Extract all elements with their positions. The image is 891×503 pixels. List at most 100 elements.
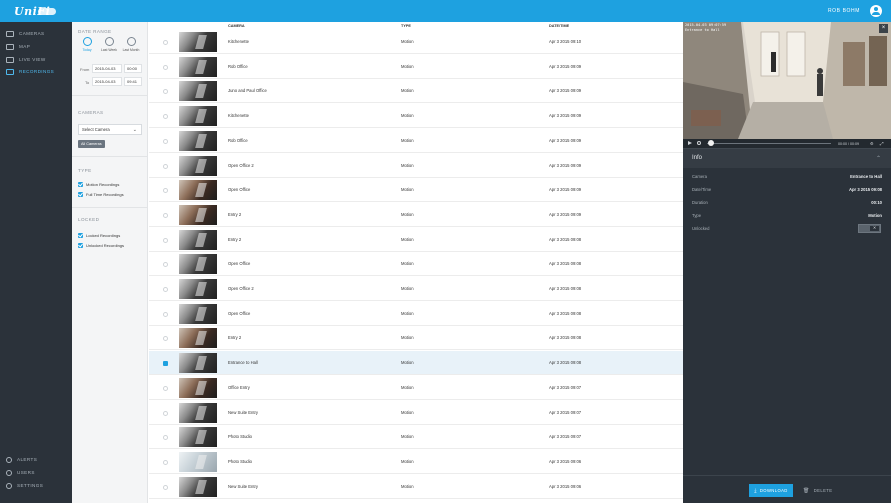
nav-item-users[interactable]: USERS <box>6 467 68 478</box>
table-row[interactable]: New Suite Entry Motion Apr 3 2015 09:06 <box>149 474 683 499</box>
row-checkbox[interactable] <box>163 336 168 342</box>
nav-item-cameras[interactable]: CAMERAS <box>6 28 68 39</box>
detail-footer: ⤓ DOWNLOAD 🗑 DELETE <box>683 475 891 503</box>
nav-item-alerts[interactable]: ALERTS <box>6 454 68 465</box>
column-header-datetime[interactable]: DATE/TIME <box>549 24 569 28</box>
user-avatar-icon[interactable] <box>870 5 882 17</box>
row-checkbox[interactable] <box>163 311 168 317</box>
recording-thumbnail[interactable] <box>179 353 217 374</box>
recording-thumbnail[interactable] <box>179 204 217 225</box>
nav-item-settings[interactable]: SETTINGS <box>6 480 68 491</box>
row-checkbox[interactable] <box>163 385 168 391</box>
hd-icon[interactable]: ⚙ <box>870 141 874 146</box>
row-checkbox[interactable] <box>163 484 168 490</box>
row-checkbox[interactable] <box>163 40 168 45</box>
table-row[interactable]: Juno and Paul Office Motion Apr 3 2015 09:… <box>149 79 683 104</box>
locked-recordings-checkbox[interactable]: Locked Recordings <box>78 231 120 239</box>
table-row[interactable]: Open Office 2 Motion Apr 3 2015 09:08 <box>149 277 683 301</box>
table-row[interactable]: Office Entry Motion Apr 3 2015 09:07 <box>149 375 683 400</box>
column-header-camera[interactable]: CAMERA <box>228 24 245 28</box>
quick-range-today[interactable]: Today <box>78 37 96 52</box>
info-section-header[interactable]: Info ⌃ <box>683 148 891 168</box>
close-icon[interactable]: × <box>879 24 888 33</box>
recording-thumbnail[interactable] <box>179 81 217 102</box>
quick-range-last-week[interactable]: Last Week <box>100 37 118 52</box>
table-row[interactable]: Entry 2 Motion Apr 3 2015 09:08 <box>149 326 683 351</box>
row-checkbox[interactable] <box>163 435 168 441</box>
row-checkbox[interactable] <box>163 237 168 243</box>
lock-toggle[interactable]: ✕ <box>858 224 881 233</box>
recording-thumbnail[interactable] <box>179 130 217 151</box>
volume-icon[interactable] <box>697 141 701 145</box>
recording-thumbnail[interactable] <box>179 427 217 448</box>
row-checkbox[interactable] <box>163 287 168 292</box>
chevron-up-icon[interactable]: ⌃ <box>876 155 881 162</box>
recording-thumbnail[interactable] <box>179 180 217 201</box>
unlocked-recordings-checkbox[interactable]: Unlocked Recordings <box>78 241 124 249</box>
row-camera: Entry 2 <box>228 211 242 217</box>
recording-thumbnail[interactable] <box>179 106 217 127</box>
table-row[interactable]: Entrance to Hall Motion Apr 3 2015 09:08 <box>149 351 683 376</box>
row-checkbox[interactable] <box>163 163 168 169</box>
row-checkbox[interactable] <box>163 262 168 268</box>
recording-thumbnail[interactable] <box>179 328 217 349</box>
recording-thumbnail[interactable] <box>179 476 217 497</box>
recording-thumbnail[interactable] <box>179 254 217 275</box>
recording-thumbnail[interactable] <box>179 377 217 398</box>
table-row[interactable]: Entry 2 Motion Apr 3 2015 09:08 <box>149 227 683 252</box>
quick-range-last-month[interactable]: Last Month <box>122 37 140 52</box>
row-checkbox[interactable] <box>163 410 168 416</box>
row-checkbox[interactable] <box>163 188 168 194</box>
seek-bar[interactable] <box>707 143 831 144</box>
table-row[interactable]: Rob Office Motion Apr 3 2015 09:09 <box>149 128 683 153</box>
table-row[interactable]: Open Office 2 Motion Apr 3 2015 09:09 <box>149 153 683 178</box>
table-row[interactable]: Kitchenette Motion Apr 3 2015 09:09 <box>149 104 683 129</box>
column-header-type[interactable]: TYPE <box>401 24 411 28</box>
full-time-recordings-checkbox[interactable]: Full Time Recordings <box>78 190 124 198</box>
delete-button[interactable]: 🗑 DELETE <box>803 484 832 497</box>
recording-thumbnail[interactable] <box>179 56 217 77</box>
nav-item-recordings[interactable]: RECORDINGS <box>6 66 68 77</box>
all-cameras-chip[interactable]: All Cameras <box>78 140 105 148</box>
row-checkbox[interactable] <box>163 459 168 465</box>
recording-thumbnail[interactable] <box>179 32 217 52</box>
recording-thumbnail[interactable] <box>179 155 217 176</box>
recording-thumbnail[interactable] <box>179 229 217 250</box>
user-name[interactable]: ROB BOHM <box>828 8 860 14</box>
nav-item-map[interactable]: MAP <box>6 41 68 52</box>
row-checkbox[interactable] <box>163 212 168 218</box>
row-checkbox[interactable] <box>163 89 168 95</box>
row-checkbox[interactable] <box>163 361 168 367</box>
fullscreen-icon[interactable]: ⤢ <box>880 141 884 146</box>
table-row[interactable]: Open Office Motion Apr 3 2015 09:08 <box>149 301 683 326</box>
row-checkbox[interactable] <box>163 138 168 144</box>
table-row[interactable]: Rob Office Motion Apr 3 2015 09:09 <box>149 54 683 79</box>
table-row[interactable]: Open Office Motion Apr 3 2015 09:08 <box>149 252 683 277</box>
to-time-field[interactable]: 09:41 <box>124 77 142 86</box>
row-datetime: Apr 3 2015 09:09 <box>549 162 582 168</box>
table-row[interactable]: Photo Studio Motion Apr 3 2015 09:07 <box>149 425 683 450</box>
row-checkbox[interactable] <box>163 64 168 70</box>
table-row[interactable]: New Suite Entry Motion Apr 3 2015 09:07 <box>149 400 683 425</box>
table-row[interactable]: Open Office Motion Apr 3 2015 09:09 <box>149 178 683 203</box>
nav-item-live-view[interactable]: LIVE VIEW <box>6 54 68 65</box>
recording-thumbnail[interactable] <box>179 402 217 423</box>
recording-thumbnail[interactable] <box>179 451 217 472</box>
from-time-field[interactable]: 00:00 <box>124 64 142 73</box>
table-row[interactable]: Photo Studio Motion Apr 3 2015 09:06 <box>149 449 683 474</box>
play-icon[interactable] <box>688 141 692 145</box>
recording-thumbnail[interactable] <box>179 303 217 324</box>
motion-recordings-checkbox[interactable]: Motion Recordings <box>78 180 119 188</box>
table-row[interactable]: Entry 2 Motion Apr 3 2015 09:09 <box>149 202 683 227</box>
camera-select[interactable]: Select Camera ⌄ <box>78 124 142 135</box>
to-date-field[interactable]: 2015-04-03 <box>92 77 122 86</box>
from-date-field[interactable]: 2015-04-03 <box>92 64 122 73</box>
table-row[interactable]: Kitchenette Motion Apr 3 2015 09:10 <box>149 30 683 54</box>
nav-label-live-view: LIVE VIEW <box>19 57 46 62</box>
video-player[interactable]: 2015-04-03 09:07:59 Entrance to Hall × <box>683 22 891 139</box>
row-checkbox[interactable] <box>163 114 168 120</box>
detail-value: Motion <box>868 213 882 218</box>
download-button[interactable]: ⤓ DOWNLOAD <box>749 484 793 497</box>
seek-handle[interactable] <box>708 140 714 146</box>
recording-thumbnail[interactable] <box>179 279 217 299</box>
